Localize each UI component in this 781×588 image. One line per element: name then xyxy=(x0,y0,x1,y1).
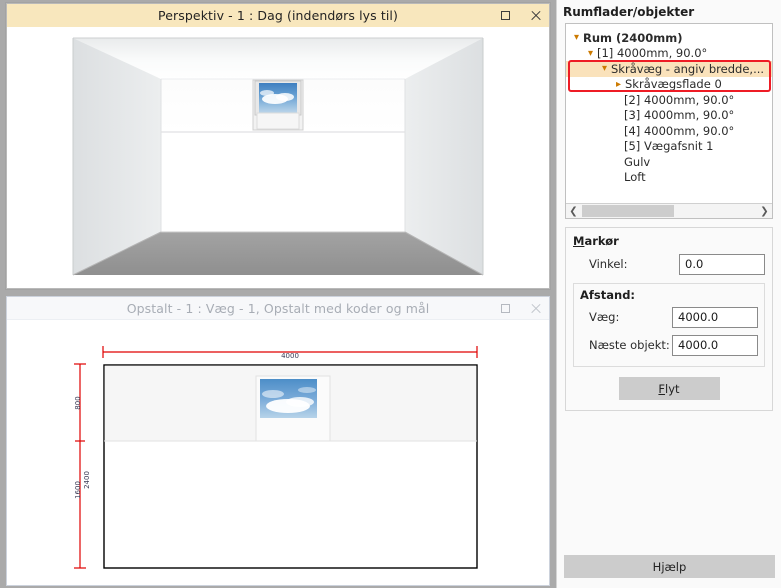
room-3d-render[interactable] xyxy=(7,27,549,288)
chevron-placeholder-icon: ▸ xyxy=(611,141,624,152)
scroll-right-icon[interactable]: ❯ xyxy=(757,204,772,218)
perspective-viewport[interactable] xyxy=(7,27,549,288)
vinkel-input[interactable] xyxy=(679,254,765,275)
naeste-objekt-field-row: Næste objekt: xyxy=(580,332,758,358)
markor-group: Markør Vinkel: Afstand: Væg: Næste objek… xyxy=(565,227,773,411)
perspective-title: Perspektiv - 1 : Dag (indendørs lys til) xyxy=(158,8,398,23)
afstand-group: Afstand: Væg: Næste objekt: xyxy=(573,283,765,367)
dimension-width-label: 4000 xyxy=(281,352,299,360)
mdi-workspace: Perspektiv - 1 : Dag (indendørs lys til) xyxy=(0,0,556,588)
elevation-window-controls xyxy=(497,297,543,320)
chevron-placeholder-icon: ▸ xyxy=(611,125,624,136)
maximize-icon[interactable] xyxy=(497,8,513,24)
perspective-titlebar[interactable]: Perspektiv - 1 : Dag (indendørs lys til) xyxy=(7,4,549,27)
flyt-button[interactable]: Flyt xyxy=(619,377,720,400)
tree-item-label: [3] 4000mm, 90.0° xyxy=(624,108,734,122)
tree-item-label: [4] 4000mm, 90.0° xyxy=(624,124,734,138)
skylight-window-3d xyxy=(253,80,303,130)
flyt-label-rest: lyt xyxy=(665,382,680,396)
tree-item-skraavaegsflade-0[interactable]: ▸ Skråvægsflade 0 xyxy=(566,77,772,93)
tree-item-vaegafsnit-1[interactable]: ▸ [5] Vægafsnit 1 xyxy=(566,139,772,155)
elevation-drawing: 4000 800 2400 1600 xyxy=(7,320,549,585)
application-window: Perspektiv - 1 : Dag (indendørs lys til) xyxy=(0,0,781,588)
afstand-legend: Afstand: xyxy=(580,288,758,302)
flyt-button-wrapper: Flyt xyxy=(573,377,765,400)
tree-item-label: Skråvægsflade 0 xyxy=(625,77,722,91)
perspective-window[interactable]: Perspektiv - 1 : Dag (indendørs lys til) xyxy=(6,3,550,289)
elevation-window[interactable]: Opstalt - 1 : Væg - 1, Opstalt med koder… xyxy=(6,296,550,586)
perspective-window-controls xyxy=(497,4,543,27)
tree-item-wall-4[interactable]: ▸ [4] 4000mm, 90.0° xyxy=(566,123,772,139)
help-button[interactable]: Hjælp xyxy=(564,555,775,578)
chevron-placeholder-icon: ▸ xyxy=(611,156,624,167)
room-perspective-svg xyxy=(7,27,549,288)
tree-horizontal-scrollbar[interactable]: ❮ ❯ xyxy=(566,203,772,218)
tree-item-rum[interactable]: ▾ Rum (2400mm) xyxy=(566,30,772,46)
tree-item-gulv[interactable]: ▸ Gulv xyxy=(566,154,772,170)
dimension-total-label: 2400 xyxy=(83,471,91,489)
dimension-upper-label: 800 xyxy=(74,396,82,409)
vinkel-field-row: Vinkel: xyxy=(573,251,765,277)
tree-item-label: Rum (2400mm) xyxy=(583,31,683,45)
chevron-placeholder-icon: ▸ xyxy=(611,172,624,183)
tree-item-label: [5] Vægafsnit 1 xyxy=(624,139,713,153)
naeste-objekt-input[interactable] xyxy=(672,335,758,356)
scroll-left-icon[interactable]: ❮ xyxy=(566,204,581,218)
markor-legend-rest: arkør xyxy=(584,234,618,248)
elevation-titlebar[interactable]: Opstalt - 1 : Væg - 1, Opstalt med koder… xyxy=(7,297,549,320)
properties-panel: Rumflader/objekter ▾ Rum (2400mm) ▾ [1] … xyxy=(556,0,781,588)
elevation-title: Opstalt - 1 : Væg - 1, Opstalt med koder… xyxy=(127,301,430,316)
tree-item-label: Gulv xyxy=(624,155,650,169)
tree-list: ▾ Rum (2400mm) ▾ [1] 4000mm, 90.0° ▾ Skr… xyxy=(566,24,772,185)
maximize-icon[interactable] xyxy=(497,301,513,317)
chevron-right-icon[interactable]: ▸ xyxy=(612,79,625,90)
skylight-window-elevation xyxy=(256,376,330,441)
vaeg-label: Væg: xyxy=(580,310,672,324)
panel-title: Rumflader/objekter xyxy=(557,0,781,23)
tree-item-skraavaeg[interactable]: ▾ Skråvæg - angiv bredde,... xyxy=(566,61,772,77)
tree-item-wall-1[interactable]: ▾ [1] 4000mm, 90.0° xyxy=(566,46,772,62)
chevron-placeholder-icon: ▸ xyxy=(611,110,624,121)
tree-item-wall-2[interactable]: ▸ [2] 4000mm, 90.0° xyxy=(566,92,772,108)
tree-item-wall-3[interactable]: ▸ [3] 4000mm, 90.0° xyxy=(566,108,772,124)
elevation-viewport[interactable]: 4000 800 2400 1600 xyxy=(7,320,549,585)
close-icon[interactable] xyxy=(527,8,543,24)
scrollbar-thumb[interactable] xyxy=(582,205,674,217)
tree-item-label: [1] 4000mm, 90.0° xyxy=(597,46,707,60)
scrollbar-track[interactable] xyxy=(581,204,757,218)
vaeg-input[interactable] xyxy=(672,307,758,328)
chevron-down-icon[interactable]: ▾ xyxy=(570,32,583,43)
vaeg-field-row: Væg: xyxy=(580,304,758,330)
close-icon[interactable] xyxy=(527,301,543,317)
dimension-lower-label: 1600 xyxy=(74,481,82,499)
tree-item-loft[interactable]: ▸ Loft xyxy=(566,170,772,186)
naeste-objekt-label: Næste objekt: xyxy=(580,338,672,352)
room-surfaces-tree[interactable]: ▾ Rum (2400mm) ▾ [1] 4000mm, 90.0° ▾ Skr… xyxy=(565,23,773,219)
chevron-down-icon[interactable]: ▾ xyxy=(584,48,597,59)
tree-item-label: Skråvæg - angiv bredde,... xyxy=(611,62,764,76)
markor-accel: M xyxy=(573,234,584,248)
tree-item-label: Loft xyxy=(624,170,646,184)
markor-legend: Markør xyxy=(573,234,765,248)
chevron-placeholder-icon: ▸ xyxy=(611,94,624,105)
vinkel-label: Vinkel: xyxy=(573,257,679,271)
chevron-down-icon[interactable]: ▾ xyxy=(598,63,611,74)
tree-item-label: [2] 4000mm, 90.0° xyxy=(624,93,734,107)
